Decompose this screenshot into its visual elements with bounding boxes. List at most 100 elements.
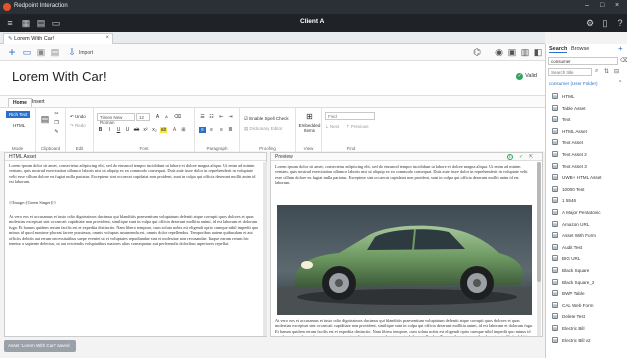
editor-image-placeholder[interactable]: {{Image::[Green Singer]}}: [9, 200, 261, 205]
align-center-icon[interactable]: ≡: [208, 127, 215, 133]
tab-search[interactable]: Search: [549, 46, 568, 53]
embedded-items-icon[interactable]: ⊞: [305, 112, 314, 121]
save-as-icon[interactable]: ▤: [50, 47, 60, 57]
asset-list-item[interactable]: ▤ BIG URL: [548, 253, 626, 264]
open-folder-icon[interactable]: ▭: [22, 47, 32, 57]
asset-list-item[interactable]: ▤ Electric Bill v2: [548, 335, 626, 346]
editor-paragraph-1[interactable]: Lorem ipsum dolor sit amet, consectetur …: [9, 163, 261, 185]
import-button[interactable]: Import: [79, 50, 93, 56]
ribbon-tab-insert[interactable]: Insert: [28, 98, 49, 106]
asset-list-item[interactable]: ▤ BWP Table: [548, 288, 626, 299]
clear-search-icon[interactable]: ⌫: [620, 57, 627, 64]
undo-button[interactable]: ↶ Undo: [70, 114, 86, 120]
search-icon[interactable]: ⌕: [595, 68, 598, 75]
filter-icon[interactable]: ⊟: [614, 68, 619, 75]
version-icon[interactable]: ⌬: [472, 47, 482, 57]
asset-list-item[interactable]: ▤ Black Square_2: [548, 277, 626, 288]
grow-font-icon[interactable]: A: [154, 114, 161, 120]
asset-list-item[interactable]: ▤ Text Asset 3: [548, 161, 626, 172]
increase-indent-icon[interactable]: ⇥: [227, 114, 234, 120]
asset-list-item[interactable]: ▤ 1 5546: [548, 195, 626, 206]
asset-list-item[interactable]: ▤ Black Square: [548, 265, 626, 276]
bold-icon[interactable]: B: [97, 127, 104, 133]
editor-scrollbar[interactable]: [263, 162, 267, 336]
asset-list-item[interactable]: ▤ A Major Pentatonic: [548, 207, 626, 218]
sort-icon[interactable]: ⇅: [604, 68, 609, 75]
asset-list-item[interactable]: ▤ Table Asset: [548, 103, 626, 114]
layout-icon[interactable]: ▥: [520, 47, 530, 57]
asset-list-item[interactable]: ▤ HTML Asset: [548, 126, 626, 137]
asset-list-item[interactable]: ▤ Electric Bill: [548, 323, 626, 334]
hamburger-menu-icon[interactable]: ≡: [5, 18, 15, 28]
close-window-icon[interactable]: ×: [615, 2, 619, 9]
find-input[interactable]: [325, 112, 375, 120]
view-icon[interactable]: ◉: [494, 47, 504, 57]
asset-list-item[interactable]: ▤ 10000 Test: [548, 184, 626, 195]
asset-list-item[interactable]: ▤ Amazon URL: [548, 219, 626, 230]
justify-icon[interactable]: ≣: [227, 127, 234, 133]
italic-icon[interactable]: I: [106, 127, 113, 133]
asset-list-item[interactable]: ▤ Audit Test: [548, 242, 626, 253]
numbering-icon[interactable]: ☷: [208, 114, 215, 120]
embedded-items-button[interactable]: Embedded Items: [298, 123, 321, 133]
font-dialog-icon[interactable]: ⊞: [180, 127, 187, 133]
asset-list-item[interactable]: ▤ Asset With Form: [548, 230, 626, 241]
asset-list-item[interactable]: ▤ Text Asset: [548, 137, 626, 148]
validate-icon[interactable]: ✓: [519, 154, 523, 160]
paste-icon[interactable]: ▤: [40, 112, 50, 126]
collapse-icon[interactable]: ^: [619, 80, 621, 86]
minimize-icon[interactable]: –: [585, 2, 589, 9]
tab-browse[interactable]: Browse: [571, 46, 589, 52]
dashboard-icon[interactable]: ▦: [21, 18, 31, 28]
close-tab-icon[interactable]: ×: [105, 35, 109, 41]
align-right-icon[interactable]: ≡: [218, 127, 225, 133]
filter-input[interactable]: [548, 68, 592, 76]
underline-icon[interactable]: U: [115, 127, 122, 133]
align-left-icon[interactable]: ≡: [199, 127, 206, 133]
grid-icon[interactable]: ▤: [36, 18, 46, 28]
asset-list-item[interactable]: ▤ Text Asset 2: [548, 149, 626, 160]
superscript-icon[interactable]: x²: [142, 127, 149, 133]
html-mode-button[interactable]: HTML: [10, 122, 28, 129]
redo-button[interactable]: ↷ Redo: [70, 123, 86, 129]
dictionary-editor-button[interactable]: ▤ Dictionary Editor: [244, 126, 283, 132]
find-previous-button[interactable]: ⇡ Previous: [346, 124, 369, 130]
copy-icon[interactable]: ❐: [53, 120, 60, 126]
asset-list-item[interactable]: ▤ Text: [548, 114, 626, 125]
format-painter-icon[interactable]: ✎: [53, 129, 60, 135]
asset-list-item[interactable]: ▤ CAL Web Form: [548, 300, 626, 311]
panel-icon[interactable]: ◧: [533, 47, 543, 57]
bullets-icon[interactable]: ☰: [199, 114, 206, 120]
asset-list-item[interactable]: ▤ Delete Test: [548, 311, 626, 322]
clear-format-icon[interactable]: ⌫: [174, 114, 181, 120]
add-asset-icon[interactable]: +: [618, 44, 623, 53]
new-icon[interactable]: +: [7, 46, 17, 58]
calendar-icon[interactable]: ▭: [51, 18, 61, 28]
preview-scrollbar[interactable]: [537, 162, 541, 336]
editor-paragraph-2[interactable]: At vero eos et accusamus et iusto odio d…: [9, 214, 261, 246]
pop-out-icon[interactable]: ⇱: [529, 154, 533, 160]
shrink-font-icon[interactable]: A: [163, 114, 170, 120]
strikethrough-icon[interactable]: ab: [133, 127, 140, 133]
font-size-select[interactable]: 12: [136, 113, 150, 121]
spell-check-toggle[interactable]: ☑ Enable Spell Check: [244, 116, 289, 122]
save-icon[interactable]: ▣: [36, 47, 46, 57]
book-icon[interactable]: ▯: [600, 18, 610, 28]
document-tab[interactable]: ✎ Lorem With Car! ×: [3, 33, 113, 44]
highlight-icon[interactable]: ab: [160, 127, 167, 133]
import-icon[interactable]: ⇩: [67, 47, 77, 57]
asset-list-item[interactable]: ▤ UWB+ HTML Asset: [548, 172, 626, 183]
search-input[interactable]: [548, 57, 618, 65]
properties-icon[interactable]: ▣: [507, 47, 517, 57]
refresh-preview-icon[interactable]: ↻: [507, 154, 513, 160]
help-icon[interactable]: ?: [615, 18, 625, 28]
double-underline-icon[interactable]: U: [124, 127, 131, 133]
settings-icon[interactable]: ⚙: [585, 18, 595, 28]
cut-icon[interactable]: ✂: [53, 111, 60, 117]
font-family-select[interactable]: Times New Roman: [97, 113, 135, 125]
asset-list-item[interactable]: ▤ HTML: [548, 91, 626, 102]
find-next-button[interactable]: ⇣ Next: [325, 124, 339, 130]
rich-text-mode-button[interactable]: Rich Text: [6, 111, 31, 118]
decrease-indent-icon[interactable]: ⇤: [218, 114, 225, 120]
folder-label[interactable]: consumer (User Folder): [549, 81, 598, 86]
